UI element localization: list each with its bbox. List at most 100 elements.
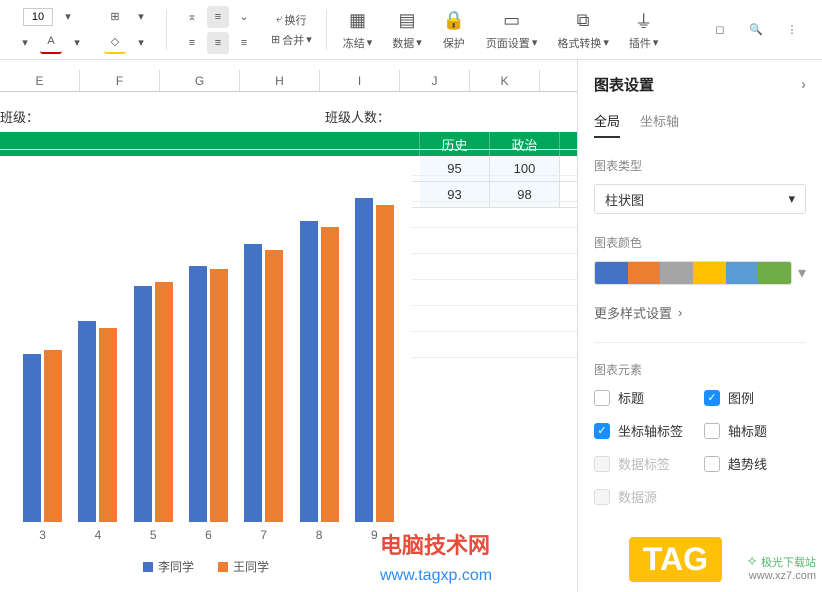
column-header[interactable]: F — [80, 70, 160, 91]
merge-button[interactable]: ⊞ 合并 ▾ — [271, 32, 312, 48]
checkbox-axis-title[interactable]: 轴标题 — [704, 421, 806, 440]
chart-bar — [300, 221, 318, 522]
column-header[interactable]: E — [0, 70, 80, 91]
chart-legend: 李同学 王同学 — [0, 552, 412, 575]
tab-global[interactable]: 全局 — [594, 111, 620, 138]
bar-group — [23, 350, 62, 522]
x-axis-label: 7 — [260, 528, 267, 542]
checkbox-data-source: 数据源 — [594, 487, 696, 506]
font-size-input[interactable] — [23, 8, 53, 26]
borders-button[interactable]: ⊞ — [104, 6, 126, 28]
chevron-down-icon[interactable]: ▾ — [57, 6, 79, 28]
chart-settings-panel: 图表设置 › 全局 坐标轴 图表类型 柱状图 ▾ 图表颜色 ▾ 更多样式设置› … — [577, 60, 822, 592]
column-header[interactable]: K — [470, 70, 540, 91]
page-setup-button[interactable]: ▭ 页面设置 ▾ — [478, 9, 546, 51]
column-header[interactable]: I — [320, 70, 400, 91]
chevron-down-icon[interactable]: ▾ — [14, 32, 36, 54]
chart-bar — [376, 205, 394, 522]
wrap-button[interactable]: ⤶ 换行 — [276, 12, 306, 28]
checkbox-title[interactable]: 标题 — [594, 388, 696, 407]
chart[interactable]: 3456789 李同学王同学 — [0, 172, 412, 592]
lock-icon: 🔒 — [442, 9, 466, 33]
chart-type-dropdown[interactable]: 柱状图 ▾ — [594, 184, 806, 214]
bar-group — [78, 321, 117, 522]
color-palette[interactable] — [594, 261, 792, 285]
chart-bar — [78, 321, 96, 522]
chart-bar — [134, 286, 152, 522]
plugin-icon: ⏚ — [632, 9, 656, 33]
align-top-button[interactable]: ⌅ — [181, 6, 203, 28]
column-header[interactable]: G — [160, 70, 240, 91]
x-axis-label: 4 — [95, 528, 102, 542]
color-swatch[interactable] — [628, 262, 661, 284]
convert-icon: ⧉ — [571, 9, 595, 33]
chevron-down-icon[interactable]: ▾ — [798, 263, 806, 283]
color-swatch[interactable] — [758, 262, 791, 284]
x-axis-label: 5 — [150, 528, 157, 542]
more-icon[interactable]: ⋮ — [780, 18, 804, 42]
align-right-button[interactable]: ≡ — [233, 32, 255, 54]
plugin-button[interactable]: ⏚ 插件 ▾ — [621, 9, 667, 51]
align-middle-button[interactable]: ≡ — [207, 6, 229, 28]
color-swatch[interactable] — [660, 262, 693, 284]
chevron-down-icon[interactable]: ▾ — [66, 32, 88, 54]
legend-item: 李同学 — [143, 558, 194, 575]
watermark: 电脑技术网 www.tagxp.com — [380, 528, 492, 586]
search-icon[interactable]: 🔍 — [744, 18, 768, 42]
panel-title: 图表设置 — [594, 74, 654, 95]
chevron-right-icon: › — [678, 305, 682, 320]
chart-color-label: 图表颜色 — [594, 234, 806, 251]
chart-bar — [155, 282, 173, 522]
data-icon: ▤ — [395, 9, 419, 33]
color-swatch[interactable] — [726, 262, 759, 284]
x-axis-label: 3 — [39, 528, 46, 542]
color-swatch[interactable] — [693, 262, 726, 284]
chart-type-label: 图表类型 — [594, 157, 806, 174]
freeze-icon: ▦ — [346, 9, 370, 33]
chart-bar — [44, 350, 62, 522]
column-headers: EFGHIJK — [0, 70, 577, 92]
chevron-right-icon[interactable]: › — [801, 76, 806, 93]
chevron-down-icon[interactable]: ▾ — [130, 6, 152, 28]
chart-bar — [355, 198, 373, 522]
tab-axis[interactable]: 坐标轴 — [640, 111, 679, 138]
checkbox-data-label: 数据标签 — [594, 454, 696, 473]
align-left-button[interactable]: ≡ — [181, 32, 203, 54]
chart-bar — [189, 266, 207, 522]
checkbox-trendline[interactable]: 趋势线 — [704, 454, 806, 473]
legend-item: 王同学 — [218, 558, 269, 575]
tag-badge: TAG — [629, 537, 722, 582]
chart-bar — [23, 354, 41, 522]
bar-group — [355, 198, 394, 522]
user-icon[interactable]: ◻ — [708, 18, 732, 42]
more-styles-link[interactable]: 更多样式设置› — [594, 303, 806, 322]
chart-bar — [210, 269, 228, 522]
format-convert-button[interactable]: ⧉ 格式转换 ▾ — [549, 9, 617, 51]
page-icon: ▭ — [500, 9, 524, 33]
align-center-button[interactable]: ≡ — [207, 32, 229, 54]
chart-bar — [99, 328, 117, 522]
x-axis-label: 6 — [205, 528, 212, 542]
chart-bar — [321, 227, 339, 522]
column-header[interactable]: H — [240, 70, 320, 91]
chart-elements-label: 图表元素 — [594, 361, 806, 378]
column-header[interactable]: J — [400, 70, 470, 91]
font-color-button[interactable]: A — [40, 32, 62, 54]
bar-group — [244, 244, 283, 522]
align-bottom-button[interactable]: ⌄ — [233, 6, 255, 28]
color-swatch[interactable] — [595, 262, 628, 284]
spreadsheet-area[interactable]: EFGHIJK 班级： 班级人数： 历史政治 951009398 3456789 — [0, 60, 577, 592]
freeze-button[interactable]: ▦ 冻结 ▾ — [335, 9, 381, 51]
bar-group — [189, 266, 228, 522]
chart-bar — [265, 250, 283, 522]
chevron-down-icon[interactable]: ▾ — [130, 32, 152, 54]
x-axis-label: 9 — [371, 528, 378, 542]
protect-button[interactable]: 🔒 保护 — [434, 9, 474, 51]
checkbox-legend[interactable]: ✓图例 — [704, 388, 806, 407]
download-badge: ✧ 极光下载站 www.xz7.com — [746, 553, 816, 582]
toolbar: ▾ ▾ A ▾ ⊞ ▾ ◇ ▾ ⌅ ≡ ⌄ ≡ ≡ ≡ ⤶ 换行 ⊞ 合并 — [0, 0, 822, 60]
data-button[interactable]: ▤ 数据 ▾ — [384, 9, 430, 51]
checkbox-axis-label[interactable]: ✓坐标轴标签 — [594, 421, 696, 440]
bar-group — [134, 282, 173, 522]
fill-color-button[interactable]: ◇ — [104, 32, 126, 54]
